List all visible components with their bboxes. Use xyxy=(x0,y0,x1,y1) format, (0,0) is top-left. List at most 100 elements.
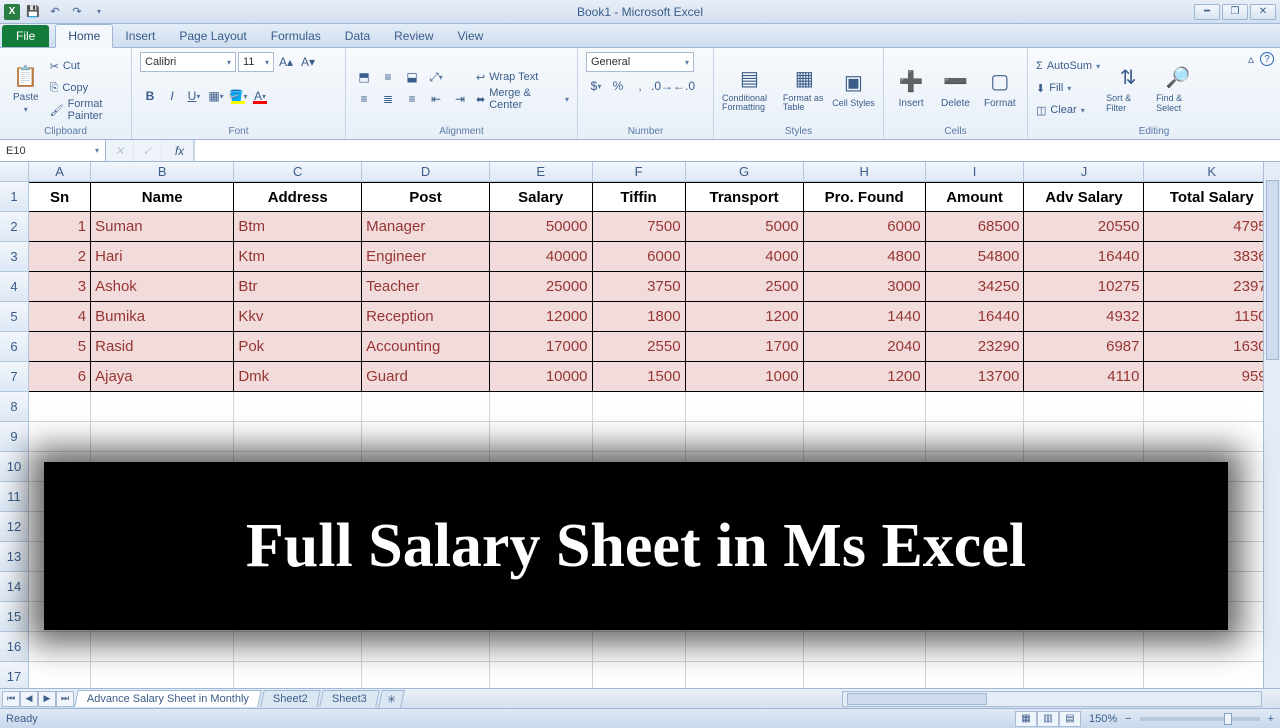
data-cell[interactable]: 9590 xyxy=(1144,362,1280,392)
row-header[interactable]: 13 xyxy=(0,542,29,572)
data-cell[interactable]: 2500 xyxy=(686,272,804,302)
row-header[interactable]: 17 xyxy=(0,662,29,688)
data-cell[interactable]: 10275 xyxy=(1024,272,1144,302)
data-cell[interactable]: 1 xyxy=(29,212,91,242)
select-all-corner[interactable] xyxy=(0,162,29,182)
data-cell[interactable]: 4110 xyxy=(1024,362,1144,392)
row-header[interactable]: 6 xyxy=(0,332,29,362)
empty-cell[interactable] xyxy=(91,422,234,452)
fill-color-button[interactable]: 🪣▾ xyxy=(228,86,248,106)
last-sheet-button[interactable]: ⏭ xyxy=(56,691,74,707)
zoom-in-button[interactable]: + xyxy=(1268,713,1274,725)
prev-sheet-button[interactable]: ◀ xyxy=(20,691,38,707)
data-cell[interactable]: 5000 xyxy=(686,212,804,242)
font-name-dropdown[interactable]: Calibri▾ xyxy=(140,52,236,72)
orientation-button[interactable]: ⤢▾ xyxy=(426,67,446,87)
comma-format-button[interactable]: , xyxy=(630,76,650,96)
cancel-formula-icon[interactable]: ✕ xyxy=(106,140,134,161)
tab-home[interactable]: Home xyxy=(55,24,113,48)
name-box[interactable]: E10▾ xyxy=(0,140,106,161)
data-cell[interactable]: 25000 xyxy=(490,272,593,302)
data-cell[interactable]: 2 xyxy=(29,242,91,272)
insert-cells-button[interactable]: ➕Insert xyxy=(892,68,930,109)
data-cell[interactable]: 2040 xyxy=(804,332,926,362)
zoom-level[interactable]: 150% xyxy=(1089,713,1117,725)
clear-button[interactable]: ◫Clear▾ xyxy=(1036,100,1100,120)
data-cell[interactable]: Ajaya xyxy=(91,362,234,392)
data-cell[interactable]: 6000 xyxy=(593,242,686,272)
data-cell[interactable]: Reception xyxy=(362,302,490,332)
data-cell[interactable]: 1500 xyxy=(593,362,686,392)
save-button[interactable]: 💾 xyxy=(24,3,42,21)
col-header[interactable]: A xyxy=(29,162,91,182)
data-cell[interactable]: Dmk xyxy=(234,362,362,392)
zoom-out-button[interactable]: − xyxy=(1125,713,1131,725)
formula-input[interactable] xyxy=(194,140,1280,161)
row-header[interactable]: 12 xyxy=(0,512,29,542)
conditional-formatting-button[interactable]: ▤Conditional Formatting xyxy=(722,64,777,112)
empty-cell[interactable] xyxy=(1144,632,1280,662)
data-cell[interactable]: Accounting xyxy=(362,332,490,362)
empty-cell[interactable] xyxy=(234,392,362,422)
horizontal-scrollbar[interactable] xyxy=(842,691,1262,707)
increase-font-button[interactable]: A▴ xyxy=(276,52,296,72)
empty-cell[interactable] xyxy=(234,632,362,662)
empty-cell[interactable] xyxy=(29,662,91,688)
sheet-tab[interactable]: Sheet3 xyxy=(319,690,379,707)
data-cell[interactable]: Hari xyxy=(91,242,234,272)
underline-button[interactable]: U▾ xyxy=(184,86,204,106)
empty-cell[interactable] xyxy=(362,422,490,452)
header-cell[interactable]: Salary xyxy=(490,182,593,212)
data-cell[interactable]: 4800 xyxy=(804,242,926,272)
row-header[interactable]: 10 xyxy=(0,452,29,482)
format-cells-button[interactable]: ▢Format xyxy=(981,68,1019,109)
delete-cells-button[interactable]: ➖Delete xyxy=(936,68,974,109)
sheet-tab[interactable]: Sheet2 xyxy=(260,690,320,707)
header-cell[interactable]: Adv Salary xyxy=(1024,182,1144,212)
cell-styles-button[interactable]: ▣Cell Styles xyxy=(832,69,875,108)
empty-cell[interactable] xyxy=(1144,392,1280,422)
row-header[interactable]: 14 xyxy=(0,572,29,602)
header-cell[interactable]: Transport xyxy=(686,182,804,212)
tab-view[interactable]: View xyxy=(446,25,496,47)
autosum-button[interactable]: ΣAutoSum▾ xyxy=(1036,56,1100,76)
help-icon[interactable]: ? xyxy=(1260,52,1274,66)
tab-formulas[interactable]: Formulas xyxy=(259,25,333,47)
data-cell[interactable]: 6 xyxy=(29,362,91,392)
page-break-view-button[interactable]: ▤ xyxy=(1059,711,1081,727)
data-cell[interactable]: 1700 xyxy=(686,332,804,362)
row-header[interactable]: 2 xyxy=(0,212,29,242)
col-header[interactable]: D xyxy=(362,162,490,182)
data-cell[interactable]: 4932 xyxy=(1024,302,1144,332)
undo-button[interactable]: ↶ xyxy=(46,3,64,21)
header-cell[interactable]: Sn xyxy=(29,182,91,212)
minimize-button[interactable]: ━ xyxy=(1194,4,1220,20)
data-cell[interactable]: 13700 xyxy=(926,362,1025,392)
header-cell[interactable]: Total Salary xyxy=(1144,182,1280,212)
empty-cell[interactable] xyxy=(91,632,234,662)
empty-cell[interactable] xyxy=(926,422,1025,452)
data-cell[interactable]: 1800 xyxy=(593,302,686,332)
data-cell[interactable]: Kkv xyxy=(234,302,362,332)
enter-formula-icon[interactable]: ✓ xyxy=(134,140,162,161)
scroll-thumb[interactable] xyxy=(847,693,987,705)
empty-cell[interactable] xyxy=(490,422,593,452)
increase-indent-button[interactable]: ⇥ xyxy=(450,89,470,109)
header-cell[interactable]: Tiffin xyxy=(593,182,686,212)
empty-cell[interactable] xyxy=(362,392,490,422)
empty-cell[interactable] xyxy=(686,632,804,662)
close-button[interactable]: ✕ xyxy=(1250,4,1276,20)
tab-data[interactable]: Data xyxy=(333,25,382,47)
sheet-tab-active[interactable]: Advance Salary Sheet in Monthly xyxy=(74,690,262,707)
copy-button[interactable]: ⎘Copy xyxy=(50,78,123,98)
data-cell[interactable]: 40000 xyxy=(490,242,593,272)
data-cell[interactable]: 1200 xyxy=(686,302,804,332)
row-header[interactable]: 1 xyxy=(0,182,29,212)
format-as-table-button[interactable]: ▦Format as Table xyxy=(783,64,826,112)
row-header[interactable]: 7 xyxy=(0,362,29,392)
empty-cell[interactable] xyxy=(686,422,804,452)
empty-cell[interactable] xyxy=(91,392,234,422)
data-cell[interactable]: 23975 xyxy=(1144,272,1280,302)
data-cell[interactable]: 6000 xyxy=(804,212,926,242)
tab-insert[interactable]: Insert xyxy=(113,25,167,47)
